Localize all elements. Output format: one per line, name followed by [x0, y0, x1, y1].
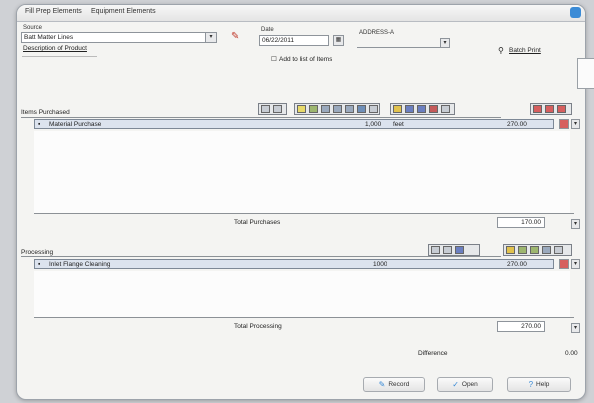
preview-icon[interactable]	[417, 105, 426, 113]
pencil-icon: ✎	[378, 380, 386, 389]
clear-icon[interactable]	[545, 105, 554, 113]
edit-row-icon[interactable]	[321, 105, 330, 113]
help-button-label: Help	[536, 381, 550, 389]
row-unit: feet	[393, 121, 404, 128]
folder-icon[interactable]	[393, 105, 402, 113]
section2-title: Processing	[21, 249, 54, 256]
tab-equipment[interactable]: Equipment Elements	[91, 8, 156, 15]
search-icon: ⚲	[498, 46, 504, 55]
divider	[22, 56, 97, 57]
total-processing-field: 270.00	[497, 321, 545, 332]
difference-label: Difference	[418, 350, 448, 357]
batch-label: ADDRESS-A	[359, 30, 395, 36]
toolbar2-group-b[interactable]	[503, 244, 572, 256]
table-row[interactable]: ▪ Material Purchase 1,000 feet 270.00	[34, 119, 554, 129]
delete-row-icon[interactable]	[345, 105, 354, 113]
open-button-label: Open	[461, 381, 478, 389]
row-qty: 1,000	[365, 121, 382, 128]
print-icon[interactable]	[405, 105, 414, 113]
batch-field[interactable]	[357, 38, 449, 48]
date-field[interactable]: 06/22/2011	[259, 35, 329, 46]
row-grip-icon: ▪	[38, 121, 41, 128]
row-dropdown-icon[interactable]: ▾	[571, 259, 580, 269]
toolbar1-group-b[interactable]	[294, 103, 380, 115]
delete-all-icon[interactable]	[557, 105, 566, 113]
chart-icon[interactable]	[273, 105, 282, 113]
toolbar1-group-c[interactable]	[390, 103, 455, 115]
copy-row-icon[interactable]	[542, 246, 551, 254]
help-button[interactable]: ? Help	[507, 377, 571, 392]
total-purchases-label: Total Purchases	[234, 219, 281, 226]
settings-icon[interactable]	[441, 105, 450, 113]
table-row[interactable]: ▪ Inlet Flange Cleaning 1000 270.00	[34, 259, 554, 269]
description-link[interactable]: Description of Product	[23, 45, 87, 52]
toolbar1-group-a[interactable]	[258, 103, 287, 115]
section1-bottom-rule	[34, 213, 574, 214]
scroll-down-icon[interactable]: ▾	[571, 323, 580, 333]
help-icon: ?	[528, 380, 534, 389]
check-icon: ✓	[452, 380, 459, 389]
edit-row-icon[interactable]	[530, 246, 539, 254]
total-processing-value: 270.00	[521, 323, 541, 330]
section2-table-body	[34, 271, 570, 317]
date-label: Date	[261, 27, 274, 33]
grid-icon[interactable]	[261, 105, 270, 113]
source-select[interactable]: Batt Matter Lines	[21, 32, 217, 43]
tab-bar: Fill Prep Elements Equipment Elements	[17, 5, 585, 22]
toolbar1-group-d[interactable]	[530, 103, 572, 115]
scroll-down-icon[interactable]: ▾	[571, 219, 580, 229]
add-to-list-label: Add to list of Items	[279, 56, 333, 63]
side-popup	[577, 58, 594, 89]
row-action-icon[interactable]	[559, 259, 569, 269]
section2-rule	[21, 256, 501, 257]
row-item-name: Material Purchase	[49, 121, 102, 128]
source-dropdown-icon[interactable]: ▾	[205, 32, 217, 43]
toolbar2-group-a[interactable]	[428, 244, 480, 256]
row-dropdown-icon[interactable]: ▾	[571, 119, 580, 129]
total-processing-label: Total Processing	[234, 323, 282, 330]
section1-header: Items Purchased	[21, 109, 89, 116]
total-purchases-field: 170.00	[497, 217, 545, 228]
section2-bottom-rule	[34, 317, 574, 318]
row-qty: 1000	[373, 261, 388, 268]
total-purchases-value: 170.00	[521, 219, 541, 226]
grid-icon[interactable]	[431, 246, 440, 254]
section1-table-body	[34, 131, 570, 213]
batch-dropdown-icon[interactable]: ▾	[440, 38, 450, 48]
row-amount: 270.00	[507, 261, 527, 268]
section1-rule	[21, 117, 501, 118]
tab-fill-prep[interactable]: Fill Prep Elements	[25, 8, 82, 15]
note-icon[interactable]	[297, 105, 306, 113]
source-value: Batt Matter Lines	[24, 34, 74, 41]
window-menu-icon[interactable]	[570, 7, 581, 18]
list-icon[interactable]	[554, 246, 563, 254]
export-icon[interactable]	[429, 105, 438, 113]
batch-print-link[interactable]: Batch Print	[509, 47, 541, 54]
remove-icon[interactable]	[533, 105, 542, 113]
difference-value: 0.00	[565, 350, 578, 357]
view-icon[interactable]	[455, 246, 464, 254]
row-action-icon[interactable]	[559, 119, 569, 129]
section1-title: Items Purchased	[21, 109, 70, 116]
list-icon[interactable]	[369, 105, 378, 113]
add-row-icon[interactable]	[309, 105, 318, 113]
calendar-icon[interactable]: ▦	[333, 35, 344, 46]
record-button-label: Record	[388, 381, 410, 389]
add-checkbox-icon[interactable]: ☐	[271, 55, 277, 63]
row-item-name: Inlet Flange Cleaning	[49, 261, 111, 268]
record-button[interactable]: ✎ Record	[363, 377, 425, 392]
row-grip-icon: ▪	[38, 261, 41, 268]
source-label: Source	[23, 25, 43, 31]
row-amount: 270.00	[507, 121, 527, 128]
move-row-icon[interactable]	[357, 105, 366, 113]
table-icon[interactable]	[443, 246, 452, 254]
copy-row-icon[interactable]	[333, 105, 342, 113]
pin-icon[interactable]: ✎	[231, 31, 239, 42]
date-value: 06/22/2011	[262, 37, 295, 44]
add-row-icon[interactable]	[518, 246, 527, 254]
app-window: Fill Prep Elements Equipment Elements So…	[16, 4, 586, 400]
folder-icon[interactable]	[506, 246, 515, 254]
open-button[interactable]: ✓ Open	[437, 377, 493, 392]
